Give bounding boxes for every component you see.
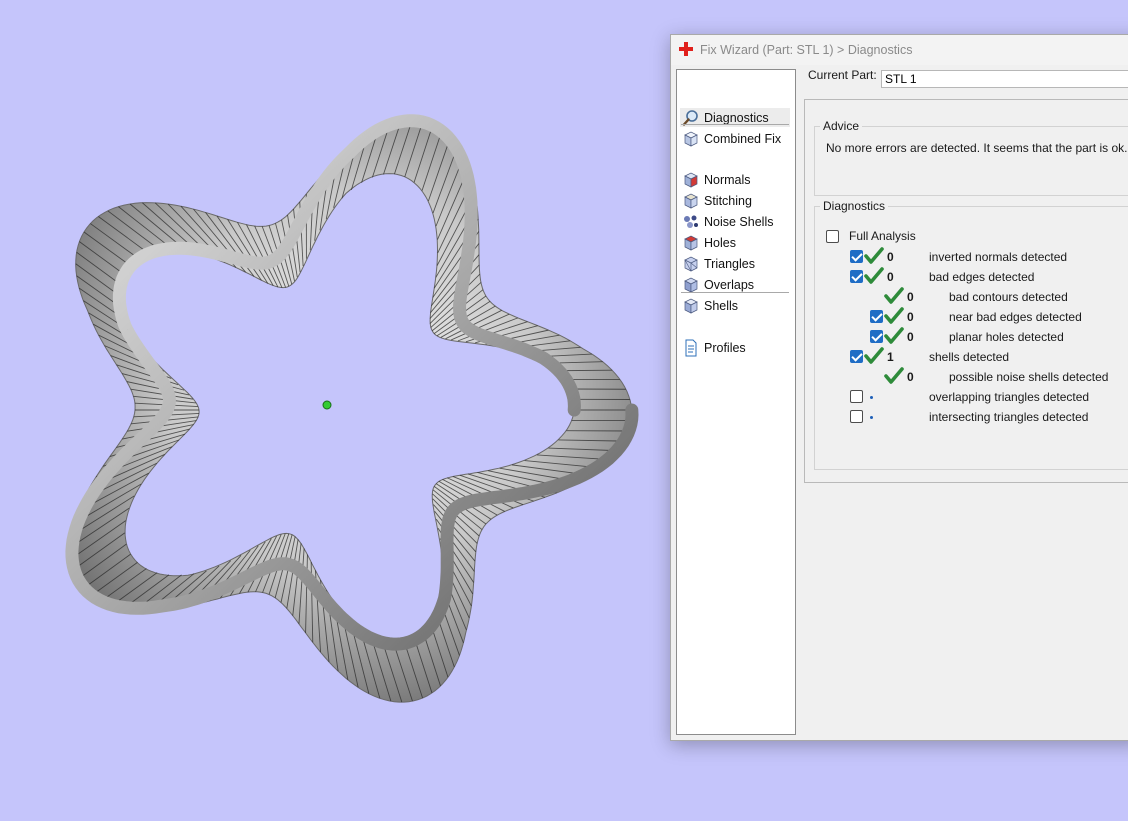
green-check-icon [864, 267, 884, 284]
diagnostic-checkbox[interactable] [850, 270, 863, 283]
noise-shells-icon [684, 215, 698, 228]
full-analysis-label[interactable]: Full Analysis [849, 229, 916, 243]
status-dot-icon [870, 396, 873, 399]
nav-item-label: Profiles [704, 340, 746, 355]
diagnostic-checkbox[interactable] [850, 410, 863, 423]
green-check-icon [884, 367, 904, 384]
diagnostic-count: 0 [907, 370, 914, 384]
nav-divider [681, 124, 789, 125]
diagnostic-row-overlapping-triangles-detected: overlapping triangles detected [815, 389, 1128, 407]
nav-item-triangles[interactable]: Triangles [680, 254, 790, 273]
green-check-icon [884, 307, 904, 324]
diagnostic-count: 0 [907, 330, 914, 344]
diagnostic-count: 0 [907, 310, 914, 324]
green-check-icon [884, 287, 904, 304]
nav-divider [681, 292, 789, 293]
diagnostic-checkbox[interactable] [870, 310, 883, 323]
nav-item-profiles[interactable]: Profiles [680, 338, 790, 357]
cube-fix-icon [684, 131, 698, 147]
nav-item-label: Noise Shells [704, 214, 774, 229]
nav-item-label: Normals [704, 172, 751, 187]
diagnostic-count: 0 [907, 290, 914, 304]
diagnostic-row-shells-detected: 1 shells detected [815, 347, 1128, 367]
ring-band [69, 120, 633, 703]
green-check-icon [884, 327, 904, 344]
stitching-cube-icon [684, 193, 698, 209]
triangles-cube-icon [684, 256, 698, 272]
diagnostic-label: intersecting triangles detected [929, 410, 1089, 424]
diagnostic-label: near bad edges detected [949, 310, 1082, 324]
fix-wizard-dialog: Fix Wizard (Part: STL 1) > Diagnostics D… [670, 34, 1128, 741]
diagnostic-label: inverted normals detected [929, 250, 1068, 264]
nav-item-label: Holes [704, 235, 736, 250]
diagnostic-row-intersecting-triangles-detected: intersecting triangles detected [815, 409, 1128, 427]
nav-item-label: Stitching [704, 193, 752, 208]
overlaps-cube-icon [684, 277, 698, 293]
current-part-label: Current Part: [808, 68, 877, 82]
diagnostics-group: Diagnostics Full Analysis 0 inverted norm… [814, 199, 1128, 470]
diagnostic-label: possible noise shells detected [949, 370, 1109, 384]
diagnostics-title: Diagnostics [820, 199, 889, 213]
diagnostic-row-bad-contours-detected: 0 bad contours detected [815, 287, 1128, 307]
diagnostic-label: planar holes detected [949, 330, 1064, 344]
diagnostic-label: shells detected [929, 350, 1010, 364]
nav-item-label: Triangles [704, 256, 755, 271]
nav-item-noise-shells[interactable]: Noise Shells [680, 212, 790, 231]
nav-item-shells[interactable]: Shells [680, 296, 790, 315]
diagnostic-checkbox[interactable] [850, 250, 863, 263]
nav-item-combined-fix[interactable]: Combined Fix [680, 129, 790, 148]
nav-item-stitching[interactable]: Stitching [680, 191, 790, 210]
document-icon [685, 339, 697, 356]
twisted-ring-model[interactable] [0, 0, 660, 821]
diagnostic-label: bad edges detected [929, 270, 1035, 284]
holes-cube-icon [684, 235, 698, 251]
red-cross-icon [679, 42, 693, 56]
advice-group: Advice No more errors are detected. It s… [814, 119, 1128, 196]
normals-cube-icon [684, 172, 698, 188]
nav-item-label: Overlaps [704, 277, 755, 292]
status-dot-icon [870, 416, 873, 419]
diagnostic-row-inverted-normals-detected: 0 inverted normals detected [815, 247, 1128, 267]
title-bar[interactable]: Fix Wizard (Part: STL 1) > Diagnostics [671, 35, 1128, 65]
diagnostics-page: Advice No more errors are detected. It s… [804, 99, 1128, 483]
nav-item-label: Shells [704, 298, 739, 313]
wizard-nav-panel: Diagnostics Combined Fix Normals Stitchi… [676, 69, 796, 735]
diagnostic-checkbox[interactable] [850, 390, 863, 403]
diagnostic-row-possible-noise-shells-detected: 0 possible noise shells detected [815, 367, 1128, 387]
shells-cube-icon [684, 298, 698, 314]
pivot-point [322, 400, 332, 410]
current-part-field[interactable] [881, 70, 1128, 88]
green-check-icon [864, 347, 884, 364]
advice-text: No more errors are detected. It seems th… [826, 141, 1128, 155]
full-analysis-checkbox[interactable] [826, 230, 839, 243]
window-title: Fix Wizard (Part: STL 1) > Diagnostics [700, 43, 913, 57]
diagnostic-count: 1 [887, 350, 894, 364]
nav-item-holes[interactable]: Holes [680, 233, 790, 252]
diagnostic-row-bad-edges-detected: 0 bad edges detected [815, 267, 1128, 287]
nav-item-label: Diagnostics [704, 110, 769, 125]
nav-item-label: Combined Fix [704, 131, 782, 146]
advice-title: Advice [820, 119, 863, 133]
diagnostic-count: 0 [887, 270, 894, 284]
diagnostic-row-planar-holes-detected: 0 planar holes detected [815, 327, 1128, 347]
green-check-icon [864, 247, 884, 264]
3d-viewport[interactable] [0, 0, 660, 821]
diagnostic-checkbox[interactable] [870, 330, 883, 343]
diagnostic-checkbox[interactable] [850, 350, 863, 363]
nav-item-normals[interactable]: Normals [680, 170, 790, 189]
diagnostic-count: 0 [887, 250, 894, 264]
ring-tube-edge [65, 114, 639, 651]
diagnostic-label: overlapping triangles detected [929, 390, 1090, 404]
diagnostic-label: bad contours detected [949, 290, 1068, 304]
diagnostic-row-near-bad-edges-detected: 0 near bad edges detected [815, 307, 1128, 327]
